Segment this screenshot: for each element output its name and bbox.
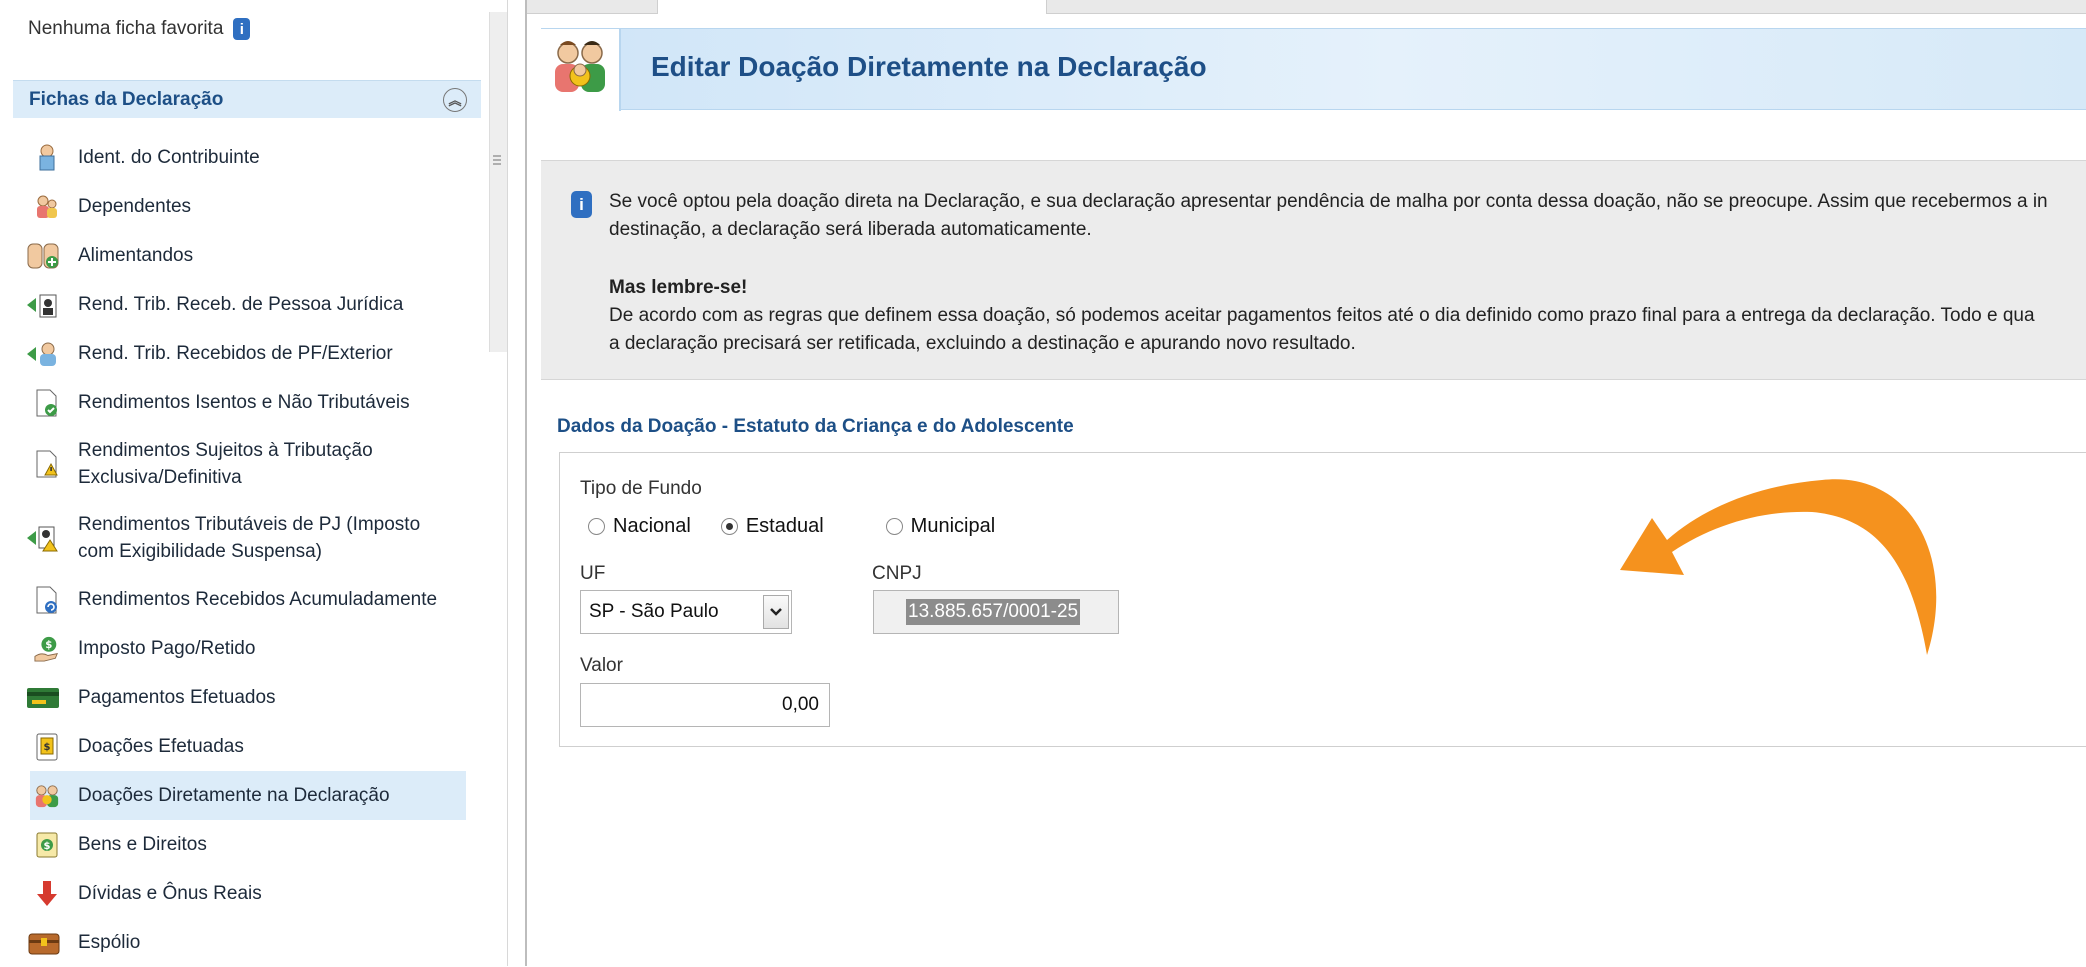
info-box: i Se você optou pela doação direta na De… xyxy=(541,160,2086,380)
sidebar-item-bens-direitos[interactable]: $ Bens e Direitos xyxy=(30,820,466,869)
section-header-fichas[interactable]: Fichas da Declaração ︽ xyxy=(13,80,481,118)
info-line-4: a declaração precisará ser retificada, e… xyxy=(609,333,1356,354)
sidebar-item-label: Dívidas e Ônus Reais xyxy=(78,882,262,904)
sidebar-scrollbar[interactable] xyxy=(489,12,507,352)
valor-input[interactable]: 0,00 xyxy=(580,683,830,727)
scrollbar-grip-icon[interactable] xyxy=(492,152,502,172)
sidebar-item-rend-isentos[interactable]: Rendimentos Isentos e Não Tributáveis xyxy=(30,378,466,427)
sidebar-item-label: Imposto Pago/Retido xyxy=(78,637,256,659)
radio-button-selected[interactable] xyxy=(720,518,738,535)
suspended-tax-icon xyxy=(26,524,60,552)
donation-doc-icon: $ xyxy=(34,733,60,761)
sidebar-item-label: Bens e Direitos xyxy=(78,833,207,855)
valor-label: Valor xyxy=(580,655,623,676)
radio-nacional[interactable]: Nacional xyxy=(588,515,691,538)
info-heading: Mas lembre-se! xyxy=(609,277,748,298)
income-pf-icon xyxy=(26,340,60,368)
favorites-status: Nenhuma ficha favorita i xyxy=(28,18,251,40)
radio-label: Nacional xyxy=(613,515,691,537)
warning-doc-icon xyxy=(34,450,60,478)
favorites-text: Nenhuma ficha favorita xyxy=(28,18,224,39)
sidebar-item-rend-exclusiva[interactable]: Rendimentos Sujeitos à Tributação Exclus… xyxy=(30,427,466,501)
sidebar: Nenhuma ficha favorita i Fichas da Decla… xyxy=(0,0,507,967)
cnpj-field[interactable]: 13.885.657/0001-25 xyxy=(873,590,1119,634)
header-icon-box xyxy=(541,29,621,111)
sidebar-item-label: Rendimentos Isentos e Não Tributáveis xyxy=(78,391,410,413)
debt-arrow-icon xyxy=(34,880,60,908)
sidebar-item-label: Ident. do Contribuinte xyxy=(78,146,260,168)
splitter-line xyxy=(507,0,508,966)
svg-text:$: $ xyxy=(44,742,51,753)
sidebar-item-espolio[interactable]: Espólio xyxy=(28,918,466,967)
accumulated-doc-icon xyxy=(34,586,60,614)
tax-paid-icon: $ xyxy=(34,635,60,663)
assets-icon: $ xyxy=(34,831,60,859)
radio-municipal[interactable]: Municipal xyxy=(885,515,996,538)
sidebar-item-doacoes-declaracao[interactable]: Doações Diretamente na Declaração xyxy=(30,771,466,820)
sidebar-item-label: Doações Efetuadas xyxy=(78,735,244,757)
person-icon xyxy=(34,144,60,172)
collapse-icon[interactable]: ︽ xyxy=(443,88,467,112)
sidebar-item-imposto-pago[interactable]: $ Imposto Pago/Retido xyxy=(30,624,466,673)
svg-text:$: $ xyxy=(45,640,52,651)
chevron-down-icon[interactable] xyxy=(763,595,789,629)
radio-button[interactable] xyxy=(588,518,605,535)
valor-value: 0,00 xyxy=(782,694,819,715)
active-tab[interactable] xyxy=(657,0,1047,14)
uf-label: UF xyxy=(580,563,606,584)
sidebar-item-label: Doações Diretamente na Declaração xyxy=(78,784,390,806)
sidebar-item-alimentandos[interactable]: Alimentandos xyxy=(27,231,466,280)
sidebar-item-dividas[interactable]: Dívidas e Ônus Reais xyxy=(30,869,466,918)
tab-strip xyxy=(527,0,2086,14)
info-line-1: Se você optou pela doação direta na Decl… xyxy=(609,191,2048,212)
sidebar-item-label: Dependentes xyxy=(78,195,192,217)
uf-selected-value: SP - São Paulo xyxy=(589,601,719,622)
info-icon: i xyxy=(571,191,592,218)
dependents-icon xyxy=(34,193,60,221)
sidebar-item-pagamentos[interactable]: Pagamentos Efetuados xyxy=(27,673,466,722)
cnpj-label: CNPJ xyxy=(872,563,922,584)
svg-text:$: $ xyxy=(44,841,51,852)
sidebar-item-label: Rendimentos Tributáveis de PJ (Imposto c… xyxy=(78,514,421,562)
sidebar-item-label: Rend. Trib. Receb. de Pessoa Jurídica xyxy=(78,293,404,315)
page-header: Editar Doação Diretamente na Declaração xyxy=(541,28,2086,111)
sidebar-item-dependentes[interactable]: Dependentes xyxy=(30,182,466,231)
fund-type-label: Tipo de Fundo xyxy=(580,478,702,499)
donation-people-icon xyxy=(552,38,608,103)
alimentandos-icon xyxy=(27,242,61,270)
section-title: Fichas da Declaração xyxy=(29,88,224,110)
sidebar-item-rend-acumulados[interactable]: Rendimentos Recebidos Acumuladamente xyxy=(30,575,466,624)
sidebar-item-label: Rend. Trib. Recebidos de PF/Exterior xyxy=(78,342,393,364)
fund-type-radio-group: Nacional Estadual Municipal xyxy=(588,515,995,538)
radio-label: Municipal xyxy=(910,515,996,537)
sidebar-item-label: Alimentandos xyxy=(78,244,194,266)
radio-estadual[interactable]: Estadual xyxy=(720,515,824,538)
main-panel: Editar Doação Diretamente na Declaração … xyxy=(527,0,2086,966)
sidebar-item-label: Pagamentos Efetuados xyxy=(78,686,276,708)
exempt-doc-icon xyxy=(34,389,60,417)
info-line-3: De acordo com as regras que definem essa… xyxy=(609,305,2035,326)
income-pj-icon xyxy=(26,291,60,319)
sidebar-item-rend-trib-pj[interactable]: Rend. Trib. Receb. de Pessoa Jurídica xyxy=(27,280,466,329)
annotation-arrow-icon xyxy=(1620,479,1937,655)
card-icon xyxy=(26,684,60,712)
sidebar-item-rend-trib-pf[interactable]: Rend. Trib. Recebidos de PF/Exterior xyxy=(27,329,466,378)
page-title: Editar Doação Diretamente na Declaração xyxy=(651,51,1207,82)
radio-label: Estadual xyxy=(745,515,824,537)
radio-button[interactable] xyxy=(885,518,903,535)
form-section-title: Dados da Doação - Estatuto da Criança e … xyxy=(557,416,1074,437)
info-icon[interactable]: i xyxy=(233,18,251,40)
uf-select[interactable]: SP - São Paulo xyxy=(580,590,792,634)
sidebar-item-ident-contribuinte[interactable]: Ident. do Contribuinte xyxy=(30,133,466,182)
info-line-2: destinação, a declaração será liberada a… xyxy=(609,219,1092,240)
sidebar-item-rend-pj-suspensa[interactable]: Rendimentos Tributáveis de PJ (Imposto c… xyxy=(27,501,466,575)
sidebar-item-label: Espólio xyxy=(78,931,141,953)
cnpj-value: 13.885.657/0001-25 xyxy=(906,599,1081,625)
sidebar-item-doacoes-efetuadas[interactable]: $ Doações Efetuadas xyxy=(30,722,466,771)
sidebar-item-list: Ident. do Contribuinte Dependentes Alime… xyxy=(27,133,466,967)
sidebar-item-label: Rendimentos Recebidos Acumuladamente xyxy=(78,588,438,610)
chest-icon xyxy=(28,929,60,957)
donation-people-icon xyxy=(34,782,60,810)
sidebar-item-label: Rendimentos Sujeitos à Tributação Exclus… xyxy=(78,440,373,488)
